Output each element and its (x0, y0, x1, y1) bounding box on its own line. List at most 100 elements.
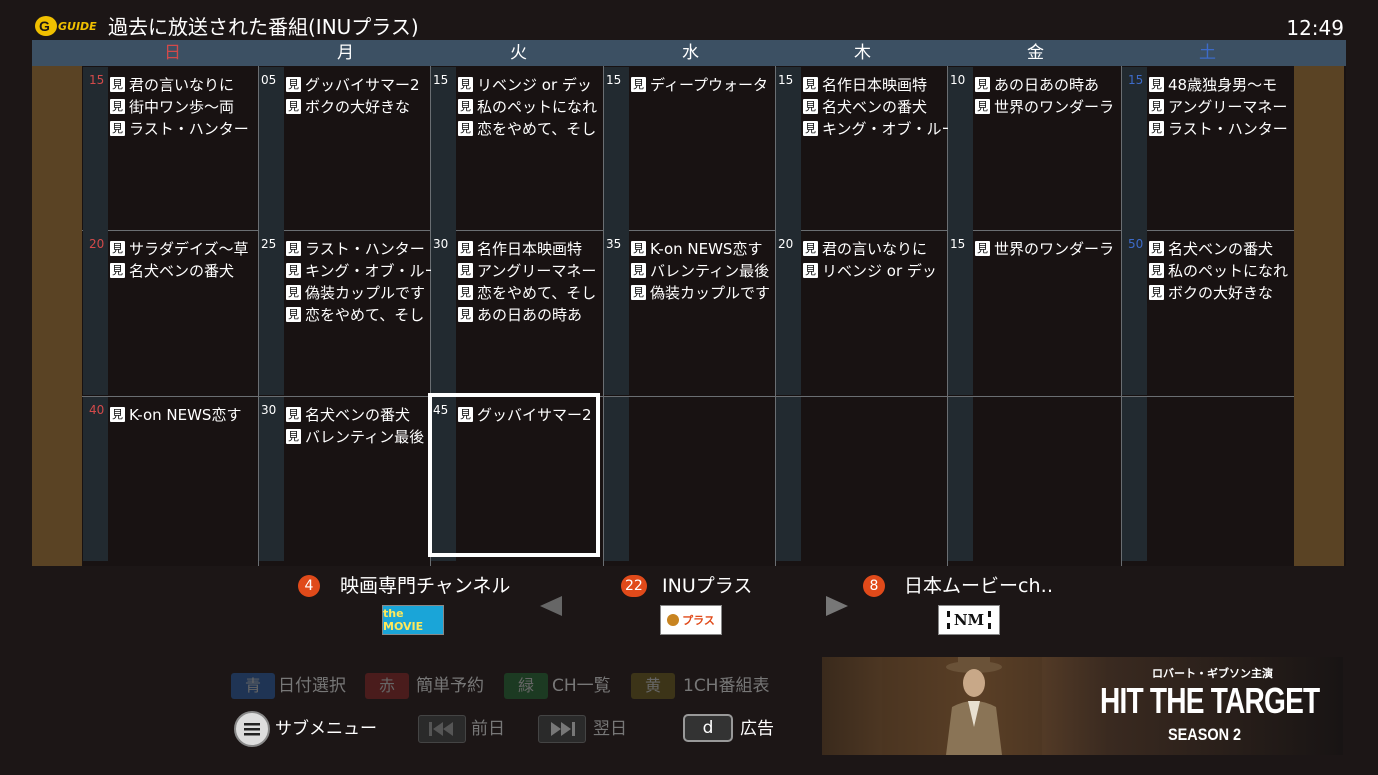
program-item[interactable]: 見アングリーマネー (1149, 95, 1294, 117)
calendar-cell[interactable]: 35 見 K-on NEWS恋す見バレンティン最後見偽装カップルです (604, 231, 776, 395)
program-item[interactable]: 見アングリーマネー (458, 259, 603, 281)
calendar-cell[interactable]: 40 見 K-on NEWS恋す (83, 397, 255, 561)
calendar-cell[interactable]: 15 見 48歳独身男～モ見アングリーマネー見ラスト・ハンター (1122, 67, 1294, 231)
watch-icon: 見 (803, 120, 818, 136)
ad-banner[interactable]: ロバート・ギブソン主演 HIT THE TARGET SEASON 2 (822, 657, 1343, 755)
calendar-cell[interactable]: 20 見サラダデイズ～草見名犬ベンの番犬 (83, 231, 255, 395)
program-item[interactable]: 見名犬ベンの番犬 (1149, 237, 1294, 259)
calendar-cell[interactable]: 15 見ディープウォータ (604, 67, 776, 231)
program-item[interactable]: 見 48歳独身男～モ (1149, 73, 1294, 95)
program-title: ラスト・ハンター (1168, 119, 1288, 138)
program-title: アングリーマネー (477, 261, 597, 280)
program-item[interactable]: 見 K-on NEWS恋す (110, 403, 255, 425)
program-item[interactable]: 見世界のワンダーラ (975, 95, 1120, 117)
program-item[interactable]: 見名作日本映画特 (458, 237, 603, 259)
watch-icon: 見 (458, 306, 473, 322)
calendar-cell[interactable]: 30 見名犬ベンの番犬見バレンティン最後 (259, 397, 431, 561)
watch-icon: 見 (631, 284, 646, 300)
program-item[interactable]: 見名作日本映画特 (803, 73, 948, 95)
d-button[interactable]: d (683, 714, 733, 742)
program-item[interactable]: 見リベンジ or デッ (803, 259, 948, 281)
next-day-button[interactable] (538, 715, 586, 743)
yellow-key-label: 1CH番組表 (683, 676, 770, 696)
cell-time-stripe (1122, 67, 1147, 231)
program-title: バレンティン最後 (650, 261, 770, 280)
program-item[interactable]: 見私のペットになれ (1149, 259, 1294, 281)
program-item[interactable]: 見名犬ベンの番犬 (803, 95, 948, 117)
program-item[interactable]: 見名犬ベンの番犬 (110, 259, 255, 281)
program-list: 見サラダデイズ～草見名犬ベンの番犬 (110, 237, 255, 281)
program-item[interactable]: 見恋をやめて、そし (286, 303, 431, 325)
yellow-key-button[interactable]: 黄 (631, 673, 675, 699)
prev-channel-name[interactable]: 映画専門チャンネル (340, 574, 510, 598)
program-item[interactable]: 見恋をやめて、そし (458, 117, 603, 139)
red-key-button[interactable]: 赤 (365, 673, 409, 699)
calendar-cell[interactable]: 10 見あの日あの時あ見世界のワンダーラ (948, 67, 1120, 231)
calendar-cell[interactable] (604, 397, 776, 561)
calendar-cell[interactable] (1122, 397, 1294, 561)
ad-tagline: ロバート・ギブソン主演 (1152, 667, 1273, 680)
cell-hour-label: 20 (89, 237, 105, 251)
program-item[interactable]: 見キング・オブ・ルー (803, 117, 948, 139)
calendar-cell[interactable]: 15 見名作日本映画特見名犬ベンの番犬見キング・オブ・ルー (776, 67, 948, 231)
watch-icon: 見 (110, 262, 125, 278)
ad-subtitle: SEASON 2 (1168, 725, 1242, 744)
program-item[interactable]: 見私のペットになれ (458, 95, 603, 117)
prev-day-button[interactable] (418, 715, 466, 743)
program-item[interactable]: 見ラスト・ハンター (286, 237, 431, 259)
program-title: K-on NEWS恋す (650, 239, 763, 258)
calendar-cell[interactable]: 15 見世界のワンダーラ (948, 231, 1120, 395)
program-item[interactable]: 見バレンティン最後 (286, 425, 431, 447)
program-item[interactable]: 見グッバイサマー2 (286, 73, 431, 95)
watch-icon: 見 (975, 98, 990, 114)
program-item[interactable]: 見ラスト・ハンター (1149, 117, 1294, 139)
program-item[interactable]: 見君の言いなりに (110, 73, 255, 95)
program-item[interactable]: 見ディープウォータ (631, 73, 776, 95)
program-item[interactable]: 見ラスト・ハンター (110, 117, 255, 139)
blue-key-button[interactable]: 青 (231, 673, 275, 699)
program-item[interactable]: 見君の言いなりに (803, 237, 948, 259)
program-item[interactable]: 見世界のワンダーラ (975, 237, 1120, 259)
cell-time-stripe (431, 67, 456, 231)
program-item[interactable]: 見リベンジ or デッ (458, 73, 603, 95)
next-channel-number[interactable]: 8 (863, 575, 885, 597)
prev-channel-arrow-icon[interactable] (540, 596, 562, 616)
day-label-tue: 火 (510, 43, 527, 63)
program-item[interactable]: 見キング・オブ・ルー (286, 259, 431, 281)
program-item[interactable]: 見ボクの大好きな (286, 95, 431, 117)
program-item[interactable]: 見サラダデイズ～草 (110, 237, 255, 259)
program-item[interactable]: 見名犬ベンの番犬 (286, 403, 431, 425)
program-item[interactable]: 見恋をやめて、そし (458, 281, 603, 303)
program-item[interactable]: 見バレンティン最後 (631, 259, 776, 281)
program-item[interactable]: 見偽装カップルです (286, 281, 431, 303)
calendar-cell[interactable]: 30 見名作日本映画特見アングリーマネー見恋をやめて、そし見あの日あの時あ (431, 231, 603, 395)
calendar-cell[interactable]: 25 見ラスト・ハンター見キング・オブ・ルー見偽装カップルです見恋をやめて、そし (259, 231, 431, 395)
prev-channel-number[interactable]: 4 (298, 575, 320, 597)
cell-hour-label: 50 (1128, 237, 1144, 251)
program-item[interactable]: 見 K-on NEWS恋す (631, 237, 776, 259)
program-item[interactable]: 見あの日あの時あ (458, 303, 603, 325)
program-title: サラダデイズ～草 (129, 239, 249, 258)
calendar-cell[interactable]: 15 見君の言いなりに見街中ワン歩～両見ラスト・ハンター (83, 67, 255, 231)
watch-icon: 見 (110, 98, 125, 114)
calendar-cell[interactable] (776, 397, 948, 561)
submenu-button[interactable] (234, 711, 270, 747)
program-item[interactable]: 見あの日あの時あ (975, 73, 1120, 95)
cell-minute-label: 05 (261, 73, 277, 87)
program-list: 見名作日本映画特見名犬ベンの番犬見キング・オブ・ルー (803, 73, 948, 139)
program-item[interactable]: 見ボクの大好きな (1149, 281, 1294, 303)
cell-time-stripe (776, 397, 801, 561)
calendar-cell[interactable]: 15 見リベンジ or デッ見私のペットになれ見恋をやめて、そし (431, 67, 603, 231)
cell-minute-label: 20 (778, 237, 794, 251)
calendar-cell[interactable] (948, 397, 1120, 561)
calendar-cell[interactable]: 20 見君の言いなりに見リベンジ or デッ (776, 231, 948, 395)
calendar-cell[interactable]: 05 見グッバイサマー2 見ボクの大好きな (259, 67, 431, 231)
next-channel-name[interactable]: 日本ムービーch‥ (904, 574, 1053, 598)
calendar-cell[interactable]: 50 見名犬ベンの番犬見私のペットになれ見ボクの大好きな (1122, 231, 1294, 395)
program-item[interactable]: 見街中ワン歩～両 (110, 95, 255, 117)
next-channel-arrow-icon[interactable] (826, 596, 848, 616)
program-list: 見 K-on NEWS恋す見バレンティン最後見偽装カップルです (631, 237, 776, 303)
program-item[interactable]: 見偽装カップルです (631, 281, 776, 303)
green-key-button[interactable]: 緑 (504, 673, 548, 699)
day-label-sun: 日 (164, 43, 181, 63)
